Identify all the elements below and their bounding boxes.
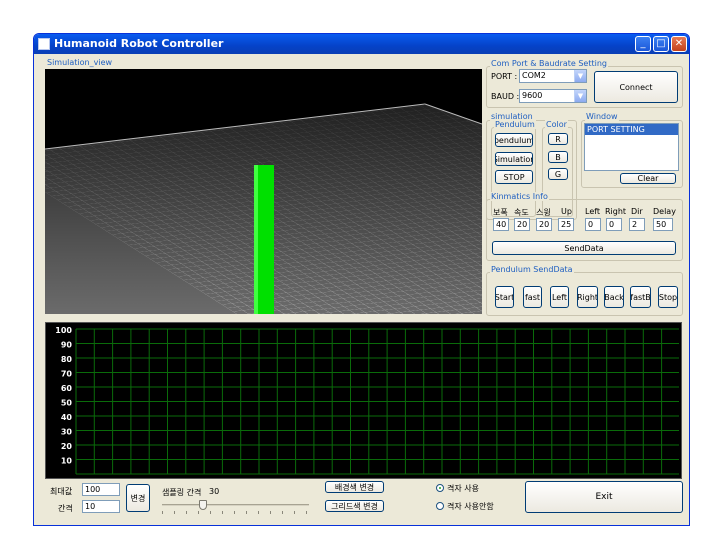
kin-header-swing: 스윙 — [536, 208, 551, 217]
right-input[interactable]: 0 — [606, 218, 622, 231]
stop-sim-button[interactable]: STOP — [495, 170, 533, 184]
sampling-value: 30 — [209, 487, 220, 496]
title-bar: Humanoid Robot Controller _ □ ✕ — [34, 34, 689, 54]
swing-input[interactable]: 20 — [536, 218, 552, 231]
pendulum-group-label: Pendulum — [494, 120, 536, 129]
y-tick-label: 10 — [61, 457, 73, 466]
simulation-view[interactable] — [45, 69, 482, 314]
pendulum-start-button[interactable]: Start — [495, 286, 514, 308]
speed-input[interactable]: 20 — [514, 218, 530, 231]
slider-thumb[interactable] — [199, 500, 207, 510]
kin-header-delay: Delay — [653, 207, 676, 216]
delay-input[interactable]: 50 — [653, 218, 673, 231]
chevron-down-icon[interactable]: ▼ — [574, 70, 586, 82]
pendulum-stop-button[interactable]: Stop — [658, 286, 678, 308]
grid-color-button[interactable]: 그리드색 변경 — [325, 500, 384, 512]
slider-tick — [234, 511, 235, 514]
slider-tick — [294, 511, 295, 514]
dir-input[interactable]: 2 — [629, 218, 645, 231]
grid-use-label: 격자 사용 — [447, 484, 479, 493]
slider-tick — [222, 511, 223, 514]
graph-grid: 100 90 80 70 60 50 40 30 20 10 — [55, 326, 679, 475]
interval-input[interactable]: 10 — [82, 500, 120, 513]
port-label: PORT : — [491, 72, 518, 81]
com-port-label: Com Port & Baudrate Setting — [490, 59, 608, 68]
y-tick-label: 80 — [61, 355, 73, 364]
kin-header-stride: 보폭 — [493, 208, 508, 217]
list-item[interactable]: PORT SETTING — [585, 124, 678, 135]
grid-floor — [45, 69, 482, 314]
grid-no-use-radio[interactable] — [436, 502, 444, 510]
y-tick-label: 70 — [61, 370, 73, 379]
slider-tick — [270, 511, 271, 514]
send-data-button[interactable]: SendData — [492, 241, 676, 255]
slider-tick — [258, 511, 259, 514]
pendulum-left-button[interactable]: Left — [550, 286, 569, 308]
y-tick-label: 20 — [61, 442, 73, 451]
bg-color-button[interactable]: 배경색 변경 — [325, 481, 384, 493]
baud-value: 9600 — [522, 91, 543, 100]
y-tick-label: 50 — [61, 399, 73, 408]
slider-tick — [306, 511, 307, 514]
maximize-icon[interactable]: □ — [653, 36, 669, 52]
simulation-button[interactable]: Simulation — [495, 152, 533, 166]
interval-label: 간격 — [58, 504, 73, 513]
log-list[interactable]: PORT SETTING — [584, 123, 679, 171]
pendulum-right-button[interactable]: Right — [577, 286, 598, 308]
baud-label: BAUD : — [491, 92, 520, 101]
slider-tick — [174, 511, 175, 514]
grid-no-use-label: 격자 사용안함 — [447, 502, 494, 511]
left-input[interactable]: 0 — [585, 218, 601, 231]
slider-tick — [246, 511, 247, 514]
minimize-icon[interactable]: _ — [635, 36, 651, 52]
connect-button[interactable]: Connect — [594, 71, 678, 103]
color-r-button[interactable]: R — [548, 133, 568, 145]
kin-header-up: Up — [561, 207, 572, 216]
pendulum-send-label: Pendulum SendData — [490, 265, 574, 274]
max-input[interactable]: 100 — [82, 483, 120, 496]
sampling-label: 샘플링 간격 — [162, 488, 202, 497]
color-group-label: Color — [545, 120, 568, 129]
simulation-view-label: Simulation_view — [47, 58, 113, 67]
close-icon[interactable]: ✕ — [671, 36, 687, 52]
y-tick-label: 60 — [61, 384, 73, 393]
port-select[interactable]: COM2 ▼ — [519, 69, 587, 83]
pendulum-fastb-button[interactable]: fastB — [630, 286, 651, 308]
kin-header-right: Right — [605, 207, 627, 216]
stride-input[interactable]: 40 — [493, 218, 509, 231]
up-input[interactable]: 25 — [558, 218, 574, 231]
grid-use-radio[interactable] — [436, 484, 444, 492]
window-panel-label: Window — [585, 112, 619, 121]
slider-tick — [162, 511, 163, 514]
clear-button[interactable]: Clear — [620, 173, 676, 184]
y-tick-label: 100 — [55, 326, 72, 335]
pendulum-button[interactable]: pendulum — [495, 133, 533, 147]
max-label: 최대값 — [50, 487, 73, 496]
pendulum-back-button[interactable]: Back — [604, 286, 624, 308]
main-window: Humanoid Robot Controller _ □ ✕ Simulati… — [33, 33, 690, 526]
port-value: COM2 — [522, 71, 546, 80]
app-icon — [38, 38, 50, 50]
y-tick-label: 30 — [61, 428, 73, 437]
change-button[interactable]: 변경 — [126, 484, 150, 512]
pendulum-fast-button[interactable]: fast — [523, 286, 542, 308]
kin-header-dir: Dir — [631, 207, 643, 216]
kinematics-label: Kinmatics Info — [490, 192, 549, 201]
window-title: Humanoid Robot Controller — [54, 37, 224, 50]
slider-tick — [186, 511, 187, 514]
slider-tick — [210, 511, 211, 514]
data-graph: 100 90 80 70 60 50 40 30 20 10 — [45, 322, 682, 479]
y-tick-label: 40 — [61, 413, 73, 422]
sampling-slider[interactable] — [162, 500, 309, 514]
slider-tick — [198, 511, 199, 514]
slider-tick — [282, 511, 283, 514]
chevron-down-icon[interactable]: ▼ — [574, 90, 586, 102]
kin-header-left: Left — [585, 207, 601, 216]
y-tick-label: 90 — [61, 341, 73, 350]
baud-select[interactable]: 9600 ▼ — [519, 89, 587, 103]
color-b-button[interactable]: B — [548, 151, 568, 163]
exit-button[interactable]: Exit — [525, 481, 683, 513]
color-g-button[interactable]: G — [548, 168, 568, 180]
kin-header-speed: 속도 — [514, 208, 529, 217]
